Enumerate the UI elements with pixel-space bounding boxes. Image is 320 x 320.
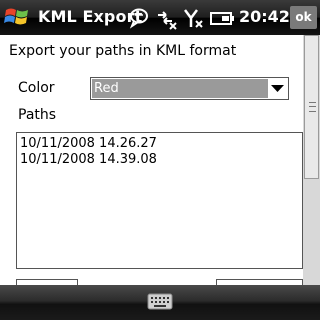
ok-button[interactable]: ok: [290, 6, 317, 29]
app-title: KML Export: [38, 7, 143, 26]
messaging-icon[interactable]: [128, 6, 150, 30]
keyboard-icon[interactable]: [147, 291, 173, 313]
paths-label: Paths: [18, 107, 57, 123]
color-label: Color: [18, 80, 55, 96]
clock[interactable]: 20:42: [239, 7, 290, 26]
scrollbar-thumb[interactable]: [304, 35, 319, 179]
battery-icon[interactable]: [209, 6, 235, 30]
scrollbar-grip-icon: [309, 102, 316, 112]
color-select-value: Red: [92, 79, 268, 98]
title-bar: KML Export 20:42 ok: [0, 0, 320, 35]
color-select[interactable]: Red: [90, 77, 289, 100]
list-item[interactable]: 10/11/2008 14.39.08: [17, 152, 157, 168]
windows-start-icon[interactable]: [3, 3, 31, 31]
list-item[interactable]: 10/11/2008 14.26.27: [17, 136, 157, 152]
form-content: Export your paths in KML format Color Re…: [0, 35, 320, 291]
connectivity-icon[interactable]: [155, 6, 177, 30]
chevron-down-icon[interactable]: [269, 79, 286, 98]
paths-list[interactable]: 10/11/2008 14.26.27 10/11/2008 14.39.08: [16, 132, 303, 269]
signal-off-icon[interactable]: [183, 6, 205, 30]
vertical-scrollbar[interactable]: [303, 35, 320, 285]
form-heading: Export your paths in KML format: [9, 43, 237, 59]
